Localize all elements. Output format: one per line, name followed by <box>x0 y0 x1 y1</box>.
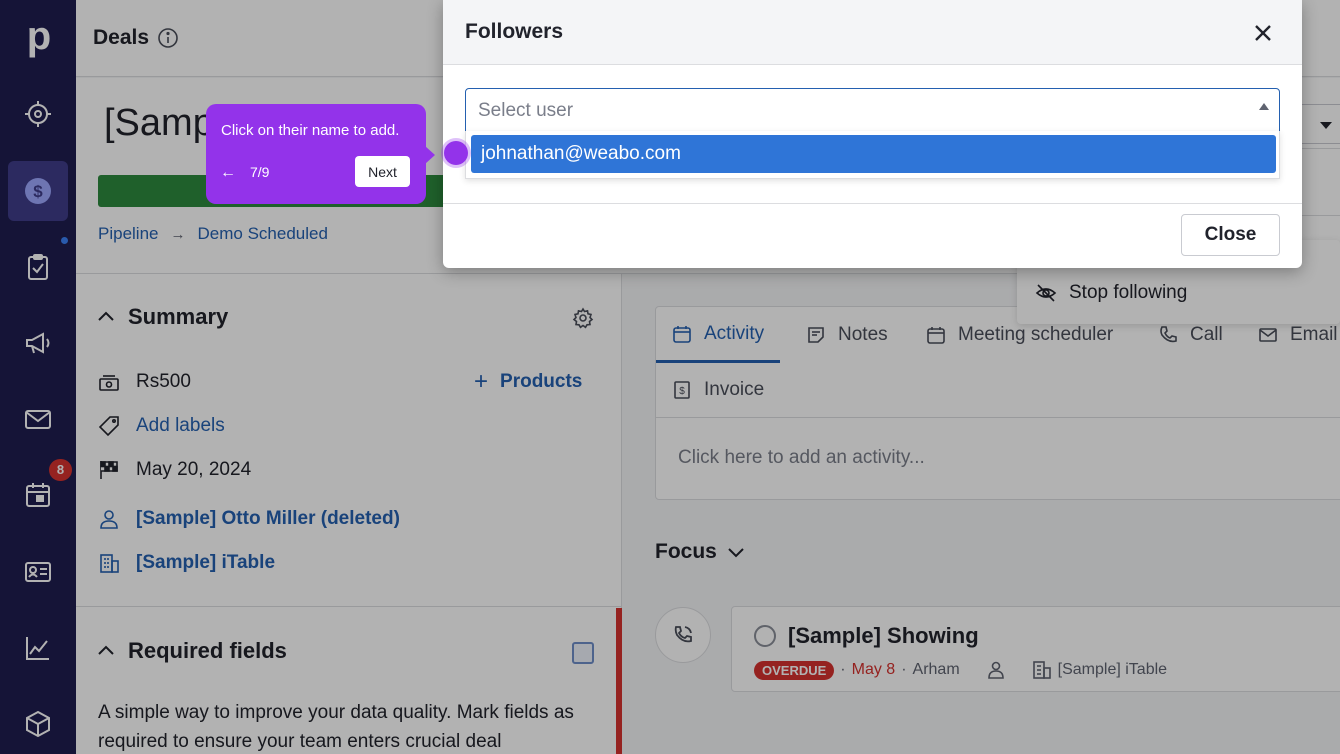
modal-header: Followers <box>443 0 1302 65</box>
followers-modal: Followers Select user johnathan@weabo.co… <box>443 0 1302 268</box>
select-user-input[interactable]: Select user <box>465 88 1280 132</box>
tour-next-button[interactable]: Next <box>355 156 410 187</box>
user-option[interactable]: johnathan@weabo.com <box>471 135 1276 173</box>
modal-footer-divider <box>443 203 1302 204</box>
close-button[interactable]: Close <box>1181 214 1280 256</box>
close-x-glyph <box>1255 25 1271 41</box>
caret-up-icon <box>1259 103 1269 110</box>
tour-tooltip: Click on their name to add. ← 7/9 Next <box>206 104 435 204</box>
tour-beacon <box>444 141 468 165</box>
close-icon[interactable] <box>1250 20 1276 46</box>
tour-back-button[interactable]: ← <box>220 164 236 182</box>
modal-title: Followers <box>465 20 564 43</box>
user-dropdown: johnathan@weabo.com <box>465 131 1280 179</box>
tour-text: Click on their name to add. <box>221 122 400 139</box>
tour-step-counter: 7/9 <box>250 164 270 180</box>
select-user-placeholder: Select user <box>478 100 574 121</box>
